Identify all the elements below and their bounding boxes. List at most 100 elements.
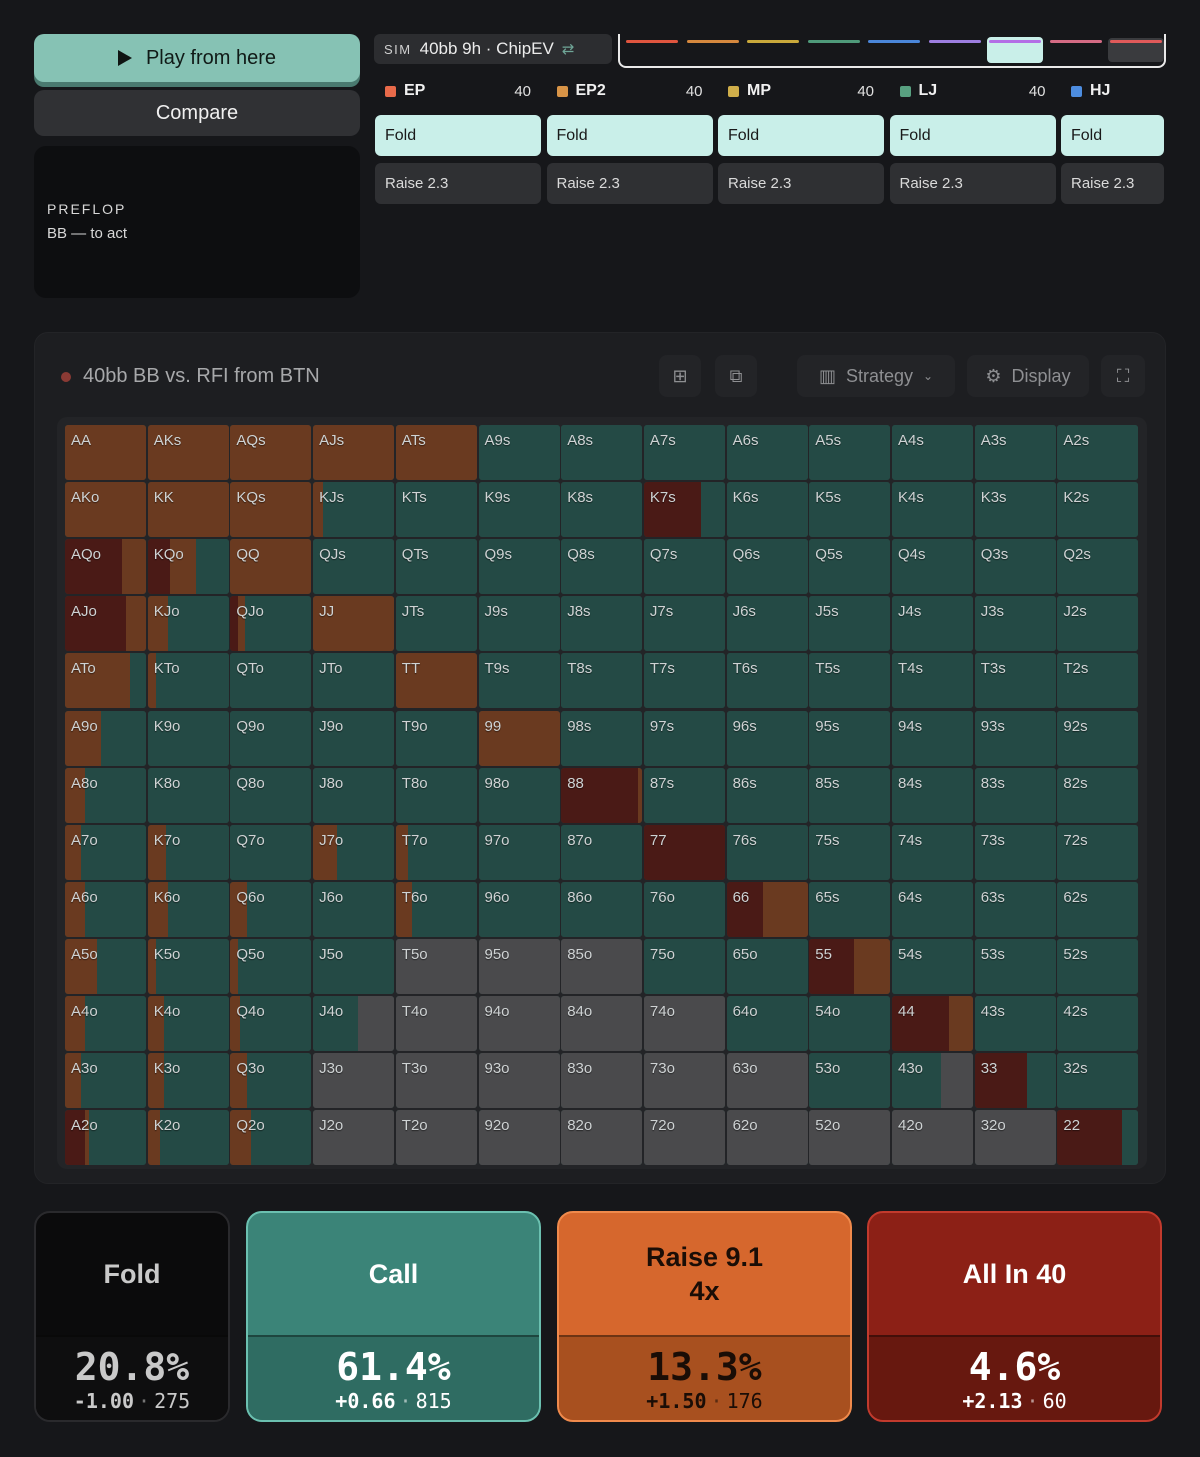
fold-action-button[interactable]: Fold [375, 115, 541, 156]
hand-cell[interactable]: T8s [561, 653, 643, 709]
hand-cell[interactable]: 73o [643, 1053, 725, 1109]
hand-cell[interactable]: 94s [892, 710, 973, 766]
hand-cell[interactable]: J2o [313, 1110, 395, 1166]
hand-cell[interactable]: 77 [643, 824, 725, 880]
hand-cell[interactable]: A6o [65, 881, 146, 937]
hand-cell[interactable]: T2s [1057, 653, 1139, 709]
hand-cell[interactable]: QTs [395, 539, 477, 595]
hand-cell[interactable]: A7s [643, 425, 725, 480]
timeline-segment[interactable] [1049, 40, 1102, 43]
hand-cell[interactable]: Q4s [892, 539, 973, 595]
hand-cell[interactable]: 65s [809, 881, 891, 937]
hand-cell[interactable]: 32s [1057, 1053, 1139, 1109]
hand-cell[interactable]: Q3o [230, 1053, 312, 1109]
hand-cell[interactable]: A5s [809, 425, 891, 480]
hand-cell[interactable]: 72o [643, 1110, 725, 1166]
hand-cell[interactable]: KJs [313, 482, 395, 538]
hand-cell[interactable]: 65o [726, 938, 808, 994]
hand-cell[interactable]: 54s [892, 938, 973, 994]
hand-cell[interactable]: 75o [643, 938, 725, 994]
hand-cell[interactable]: 96s [726, 710, 808, 766]
timeline-segment[interactable] [989, 40, 1041, 43]
hand-cell[interactable]: Q5o [230, 938, 312, 994]
fullscreen-button[interactable]: ⛶ [1101, 355, 1145, 397]
sim-selector[interactable]: SIM 40bb 9h · ChipEV ⇄ [374, 34, 612, 64]
hand-cell[interactable]: A3o [65, 1053, 146, 1109]
hand-cell[interactable]: 82s [1057, 767, 1139, 823]
hand-cell[interactable]: 32o [974, 1110, 1056, 1166]
hand-cell[interactable]: A9o [65, 710, 146, 766]
hand-cell[interactable]: T6s [726, 653, 808, 709]
hand-cell[interactable]: 84o [561, 996, 643, 1051]
hand-cell[interactable]: 84s [892, 767, 973, 823]
hand-cell[interactable]: J4s [892, 596, 973, 652]
hand-cell[interactable]: QQ [230, 539, 312, 595]
hand-cell[interactable]: 52s [1057, 938, 1139, 994]
timeline-segment[interactable] [868, 40, 920, 43]
hand-cell[interactable]: T9s [478, 653, 560, 709]
hand-cell[interactable]: 98o [478, 767, 560, 823]
hand-cell[interactable]: Q6s [726, 539, 808, 595]
summary-card-raise[interactable]: Raise 9.1 4x 13.3% +1.50 · 176 [557, 1211, 852, 1422]
hand-cell[interactable]: J8o [313, 767, 395, 823]
hand-cell[interactable]: 95o [478, 938, 560, 994]
hand-cell[interactable]: 97o [478, 824, 560, 880]
hand-cell[interactable]: TT [395, 653, 477, 709]
display-button[interactable]: ⚙ Display [967, 355, 1089, 397]
hand-cell[interactable]: Q2s [1057, 539, 1139, 595]
hand-cell[interactable]: 82o [561, 1110, 643, 1166]
timeline-segment[interactable] [747, 40, 799, 43]
hand-cell[interactable]: K8s [561, 482, 643, 538]
hand-cell[interactable]: T2o [395, 1110, 477, 1166]
hand-cell[interactable]: KTs [395, 482, 477, 538]
hand-cell[interactable]: 75s [809, 824, 891, 880]
action-timeline[interactable] [618, 34, 1166, 68]
hand-cell[interactable]: K3s [974, 482, 1056, 538]
hand-cell[interactable]: K9s [478, 482, 560, 538]
hand-cell[interactable]: QTo [230, 653, 312, 709]
hand-cell[interactable]: K6s [726, 482, 808, 538]
compare-button[interactable]: Compare [34, 90, 360, 136]
hand-cell[interactable]: 42s [1057, 996, 1139, 1051]
hand-cell[interactable]: K6o [147, 881, 229, 937]
hand-cell[interactable]: A4s [892, 425, 973, 480]
hand-cell[interactable]: AKs [147, 425, 229, 480]
hand-cell[interactable]: AQo [65, 539, 146, 595]
hand-cell[interactable]: A5o [65, 938, 146, 994]
hand-cell[interactable]: T3s [974, 653, 1056, 709]
hand-cell[interactable]: 44 [892, 996, 973, 1051]
hand-cell[interactable]: 86s [726, 767, 808, 823]
fold-action-button[interactable]: Fold [546, 115, 713, 156]
copy-button[interactable]: ⧉ [715, 355, 757, 397]
hand-cell[interactable]: ATo [65, 653, 146, 709]
timeline-segment[interactable] [626, 40, 678, 43]
grid-view-button[interactable]: ⊞ [659, 355, 701, 397]
strategy-dropdown[interactable]: ▥ Strategy ⌄ [797, 355, 955, 397]
hand-cell[interactable]: J3s [974, 596, 1056, 652]
hand-cell[interactable]: Q5s [809, 539, 891, 595]
fold-action-button[interactable]: Fold [889, 115, 1056, 156]
hand-cell[interactable]: T9o [395, 710, 477, 766]
hand-cell[interactable]: K9o [147, 710, 229, 766]
hand-cell[interactable]: J2s [1057, 596, 1139, 652]
hand-cell[interactable]: AJs [313, 425, 395, 480]
hand-cell[interactable]: K4o [147, 996, 229, 1051]
hand-cell[interactable]: J5o [313, 938, 395, 994]
summary-card-allin[interactable]: All In 40 4.6% +2.13 · 60 [867, 1211, 1162, 1422]
hand-cell[interactable]: 94o [478, 996, 560, 1051]
hand-cell[interactable]: 97s [643, 710, 725, 766]
hand-cell[interactable]: KJo [147, 596, 229, 652]
hand-cell[interactable]: K5o [147, 938, 229, 994]
swap-icon[interactable]: ⇄ [562, 40, 575, 58]
hand-cell[interactable]: K5s [809, 482, 891, 538]
hand-cell[interactable]: 88 [561, 767, 643, 823]
hand-cell[interactable]: Q2o [230, 1110, 312, 1166]
hand-cell[interactable]: 22 [1057, 1110, 1139, 1166]
hand-cell[interactable]: J3o [313, 1053, 395, 1109]
hand-cell[interactable]: QJo [230, 596, 312, 652]
hand-cell[interactable]: QJs [313, 539, 395, 595]
hand-cell[interactable]: K4s [892, 482, 973, 538]
hand-cell[interactable]: A9s [478, 425, 560, 480]
hand-cell[interactable]: J8s [561, 596, 643, 652]
hand-cell[interactable]: Q8s [561, 539, 643, 595]
